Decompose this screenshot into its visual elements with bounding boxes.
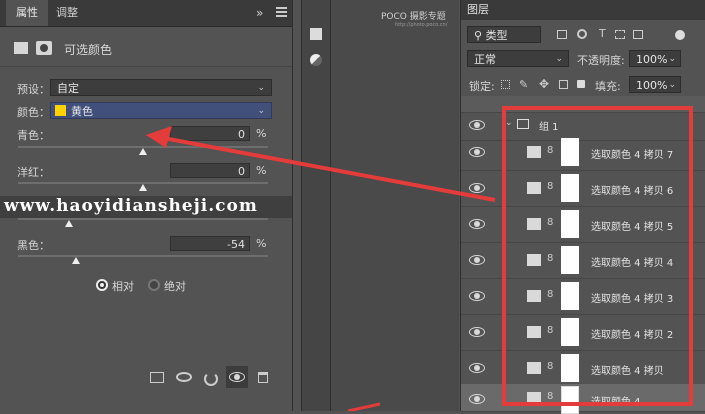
annotation-arrow-line-2 <box>347 402 381 411</box>
annotation-arrow-line <box>157 135 496 202</box>
annotation-arrow-head <box>146 126 172 148</box>
annotation-arrow-layer <box>146 126 496 411</box>
